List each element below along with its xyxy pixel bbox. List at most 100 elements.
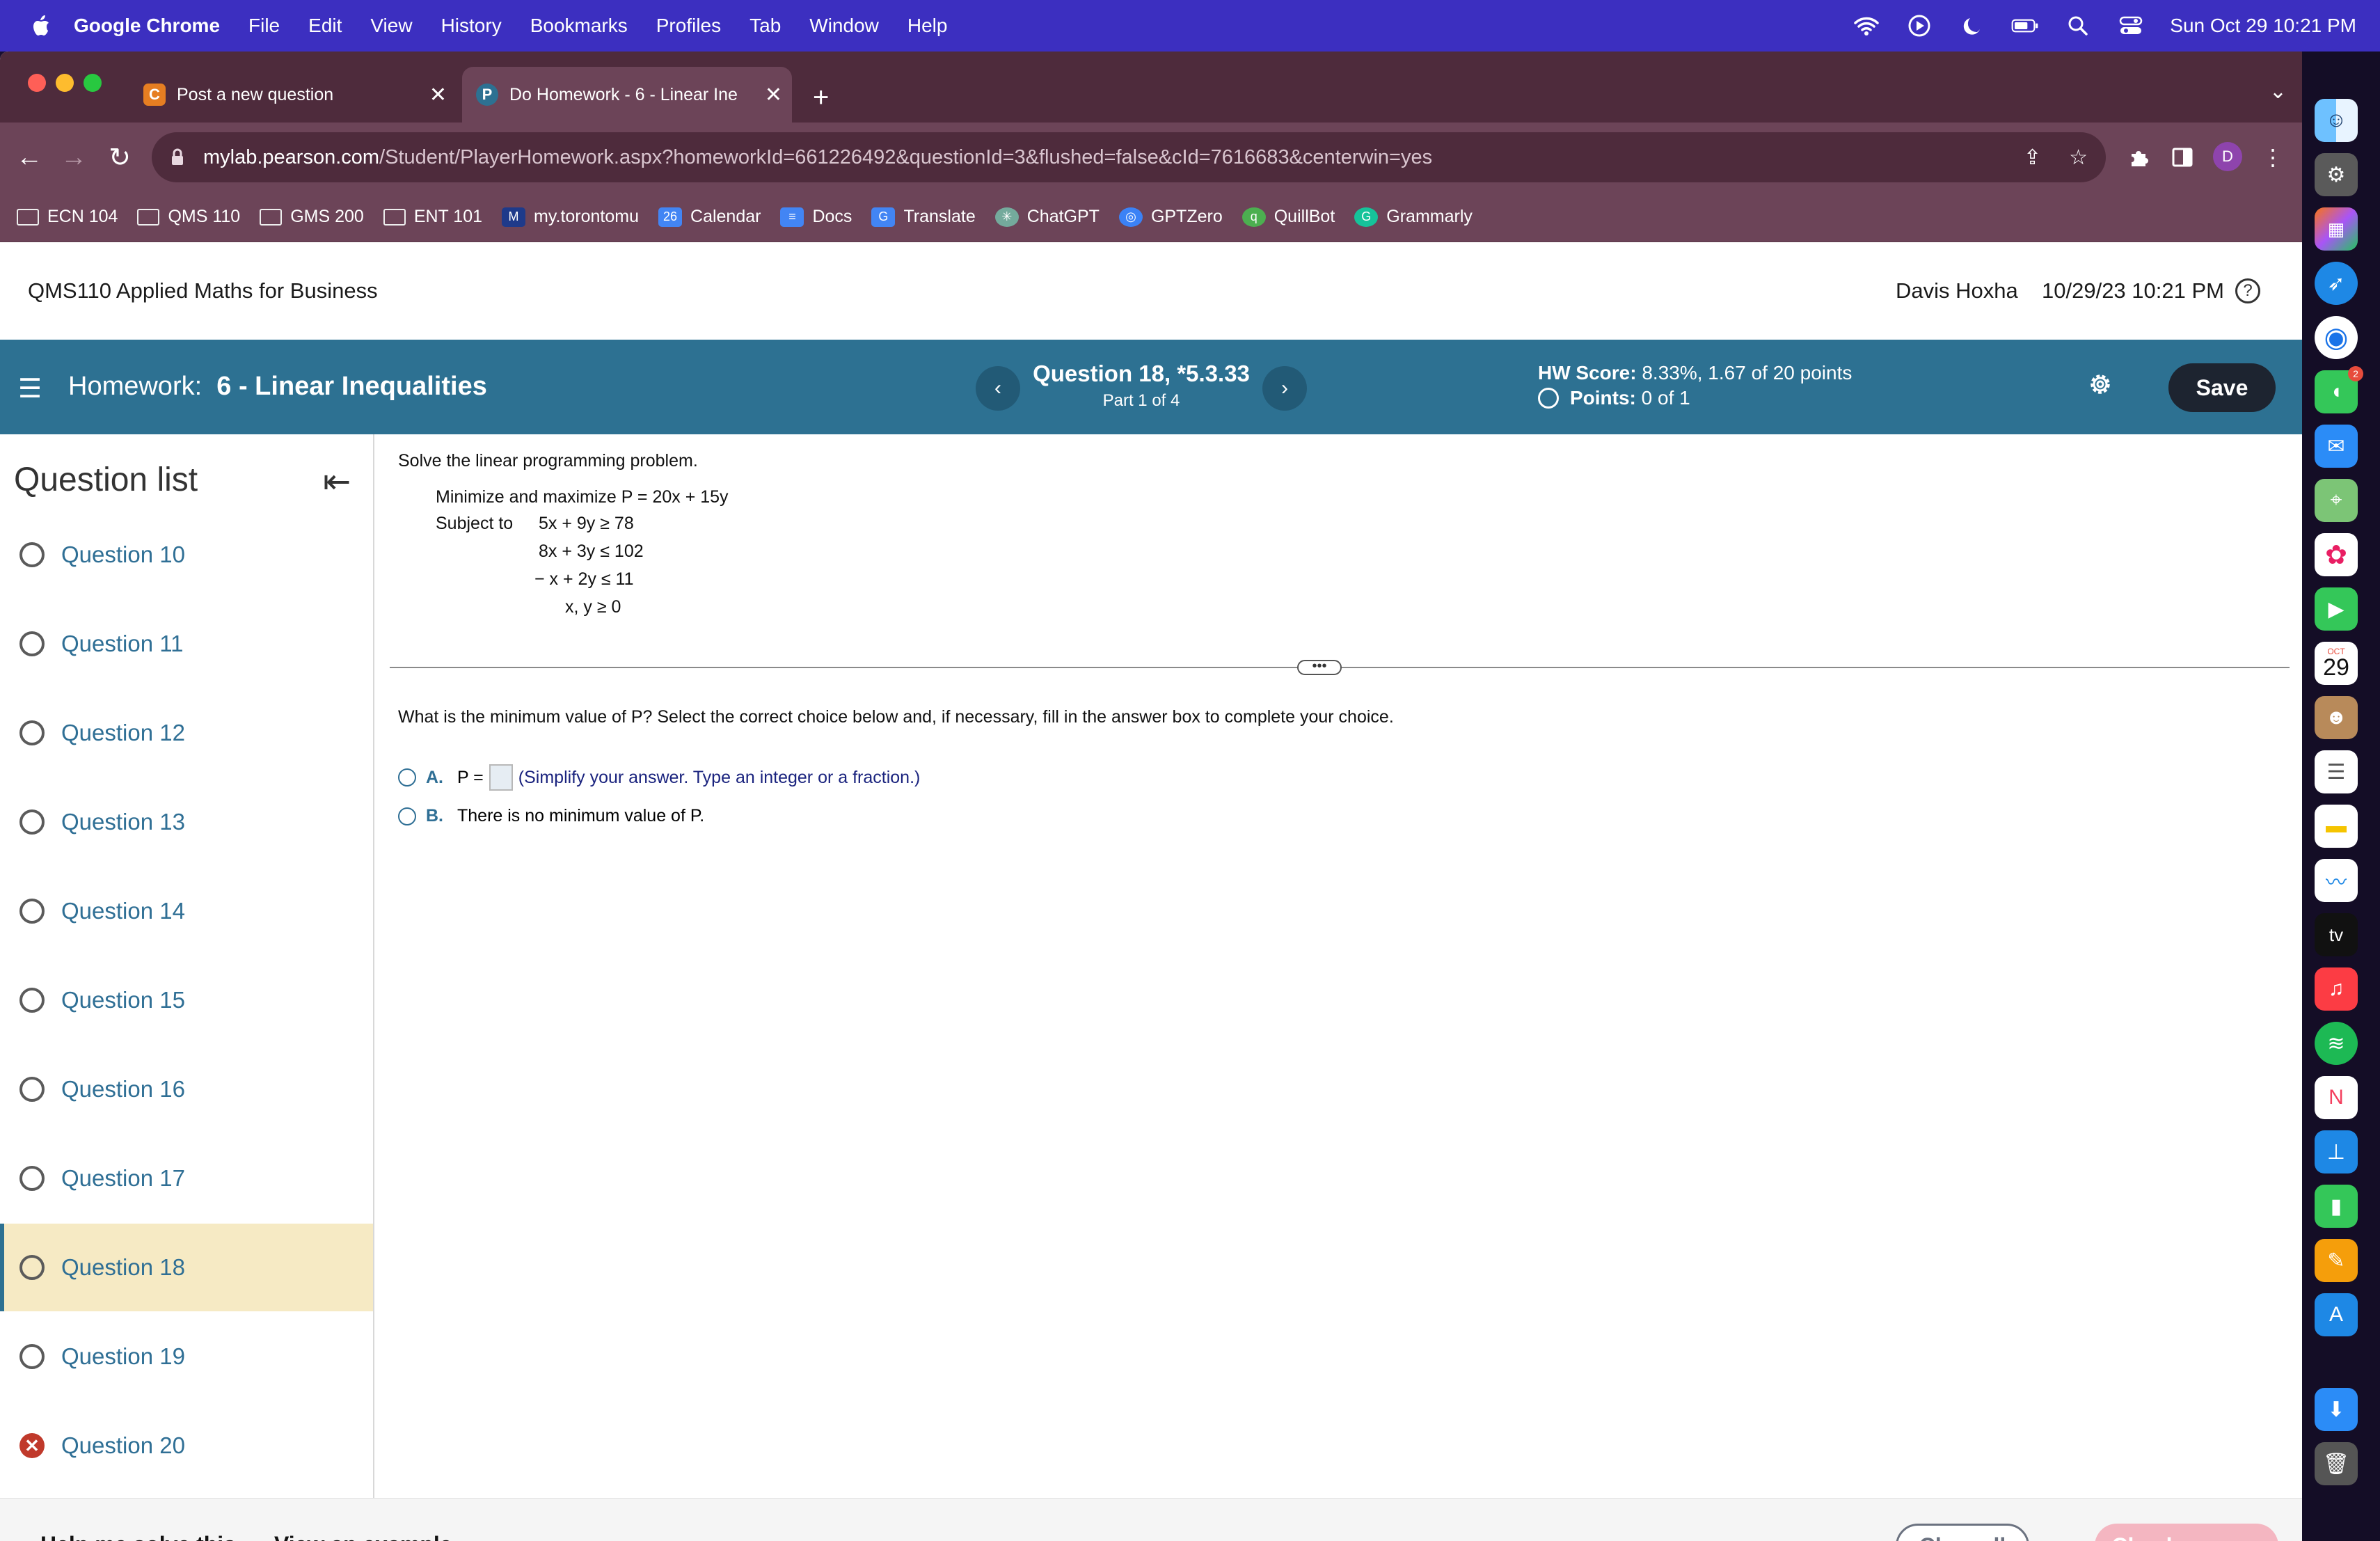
freeform-icon[interactable]: 〰	[2315, 859, 2358, 902]
spotlight-search-icon[interactable]	[2064, 12, 2092, 40]
help-question-icon[interactable]: ?	[2235, 278, 2260, 303]
choice-a[interactable]: A. P = (Simplify your answer. Type an in…	[398, 764, 920, 791]
wifi-icon[interactable]	[1853, 12, 1880, 40]
close-window-button[interactable]	[28, 74, 46, 92]
address-bar[interactable]: mylab.pearson.com/Student/PlayerHomework…	[152, 132, 2106, 182]
choice-b[interactable]: B. There is no minimum value of P.	[398, 806, 704, 826]
control-center-icon[interactable]	[2117, 12, 2145, 40]
contacts-icon[interactable]: ☻	[2315, 696, 2358, 739]
bookmark-qms110[interactable]: QMS 110	[137, 207, 240, 227]
profile-avatar[interactable]: D	[2213, 142, 2242, 171]
bookmark-gms200[interactable]: GMS 200	[260, 207, 364, 227]
share-icon[interactable]: ⇪	[2024, 145, 2041, 170]
bookmark-chatgpt[interactable]: ✳ ChatGPT	[994, 207, 1100, 227]
extensions-puzzle-icon[interactable]	[2124, 142, 2155, 173]
photos-icon[interactable]: ✿	[2315, 533, 2358, 576]
keynote-icon[interactable]: ⊥	[2315, 1130, 2358, 1173]
question-item-12[interactable]: Question 12	[0, 689, 373, 777]
apple-tv-icon[interactable]: tv	[2315, 913, 2358, 956]
choice-a-radio[interactable]	[398, 768, 416, 787]
settings-gear-icon[interactable]	[2086, 370, 2114, 398]
reminders-icon[interactable]: ☰	[2315, 750, 2358, 793]
bookmark-grammarly[interactable]: G Grammarly	[1354, 207, 1473, 227]
menu-bookmarks[interactable]: Bookmarks	[530, 15, 628, 37]
maps-icon[interactable]: ⌖	[2315, 479, 2358, 522]
hamburger-menu-icon[interactable]: ☰	[18, 373, 42, 404]
save-button[interactable]: Save	[2168, 363, 2276, 412]
bookmark-translate[interactable]: G Translate	[871, 207, 976, 227]
finder-icon[interactable]: ☺	[2315, 99, 2358, 142]
view-example-link[interactable]: View an example	[274, 1532, 452, 1541]
bookmark-quillbot[interactable]: q QuillBot	[1241, 207, 1335, 227]
bookmark-ent101[interactable]: ENT 101	[383, 207, 482, 227]
side-panel-icon[interactable]	[2167, 142, 2198, 173]
new-tab-icon[interactable]: +	[813, 82, 829, 113]
notes-icon[interactable]: ▬	[2315, 805, 2358, 848]
question-item-10[interactable]: Question 10	[0, 511, 373, 599]
question-item-19[interactable]: Question 19	[0, 1313, 373, 1400]
menu-app-name[interactable]: Google Chrome	[74, 15, 220, 37]
launchpad-icon[interactable]: ▦	[2315, 207, 2358, 251]
tab-search-chevron-icon[interactable]: ⌄	[2269, 79, 2287, 104]
safari-icon[interactable]: ➶	[2315, 262, 2358, 305]
downloads-folder-icon[interactable]: ⬇	[2315, 1388, 2358, 1431]
next-question-button[interactable]: ›	[1262, 366, 1307, 411]
app-store-icon[interactable]: A	[2315, 1293, 2358, 1336]
more-vertical-icon[interactable]: ⋮	[2258, 142, 2288, 173]
spotify-icon[interactable]: ≋	[2315, 1022, 2358, 1065]
close-tab-icon[interactable]: ✕	[429, 83, 447, 107]
menu-help[interactable]: Help	[907, 15, 948, 37]
bookmark-docs[interactable]: ≡ Docs	[780, 207, 852, 227]
bookmark-my-torontomu[interactable]: Mmy.torontomu	[502, 207, 639, 227]
zoom-window-button[interactable]	[84, 74, 102, 92]
bookmark-gptzero[interactable]: ◎ GPTZero	[1118, 207, 1223, 227]
tab-do-homework[interactable]: P Do Homework - 6 - Linear Ine ✕	[462, 67, 792, 123]
question-item-15[interactable]: Question 15	[0, 956, 373, 1044]
minimize-window-button[interactable]	[56, 74, 74, 92]
menu-history[interactable]: History	[441, 15, 502, 37]
help-me-solve-link[interactable]: Help me solve this	[40, 1532, 236, 1541]
chrome-icon[interactable]: ◉	[2315, 316, 2358, 359]
collapse-panel-icon[interactable]: ⇤	[323, 462, 351, 501]
menu-file[interactable]: File	[248, 15, 280, 37]
question-item-11[interactable]: Question 11	[0, 600, 373, 688]
moon-icon[interactable]	[1958, 12, 1986, 40]
pages-icon[interactable]: ✎	[2315, 1239, 2358, 1282]
question-item-13[interactable]: Question 13	[0, 778, 373, 866]
forward-arrow-icon[interactable]: →	[58, 142, 89, 173]
question-item-20[interactable]: ✕ Question 20	[0, 1402, 373, 1489]
clear-all-button[interactable]: Clear all	[1896, 1524, 2029, 1541]
bookmark-star-icon[interactable]: ☆	[2069, 145, 2088, 170]
question-item-18[interactable]: Question 18	[0, 1224, 373, 1311]
menu-clock[interactable]: Sun Oct 29 10:21 PM	[2170, 15, 2356, 37]
numbers-icon[interactable]: ▮	[2315, 1185, 2358, 1228]
calendar-app-icon[interactable]: OCT 29	[2315, 642, 2358, 685]
mail-icon[interactable]: ✉	[2315, 425, 2358, 468]
choice-b-radio[interactable]	[398, 807, 416, 825]
lock-icon[interactable]	[167, 148, 188, 166]
close-tab-icon[interactable]: ✕	[765, 83, 782, 107]
system-settings-icon[interactable]: ⚙	[2315, 153, 2358, 196]
back-arrow-icon[interactable]: ←	[14, 142, 45, 173]
menu-view[interactable]: View	[370, 15, 412, 37]
menu-edit[interactable]: Edit	[308, 15, 342, 37]
trash-icon[interactable]: 🗑	[2315, 1442, 2358, 1485]
reload-icon[interactable]: ↻	[104, 142, 135, 173]
apple-icon[interactable]	[26, 14, 54, 38]
news-icon[interactable]: N	[2315, 1076, 2358, 1119]
bookmark-ecn104[interactable]: ECN 104	[17, 207, 118, 227]
expand-handle[interactable]: •••	[1297, 659, 1342, 675]
battery-icon[interactable]	[2011, 12, 2039, 40]
facetime-icon[interactable]: ▶	[2315, 587, 2358, 631]
music-icon[interactable]: ♫	[2315, 967, 2358, 1011]
menu-window[interactable]: Window	[809, 15, 879, 37]
play-circle-icon[interactable]	[1905, 12, 1933, 40]
tab-post-question[interactable]: C Post a new question ✕	[129, 67, 457, 123]
answer-input-box[interactable]	[489, 764, 513, 791]
question-item-16[interactable]: Question 16	[0, 1045, 373, 1133]
menu-profiles[interactable]: Profiles	[656, 15, 721, 37]
check-answer-button[interactable]: Check answer	[2095, 1524, 2278, 1541]
question-item-17[interactable]: Question 17	[0, 1135, 373, 1222]
menu-tab[interactable]: Tab	[749, 15, 781, 37]
question-item-14[interactable]: Question 14	[0, 867, 373, 955]
